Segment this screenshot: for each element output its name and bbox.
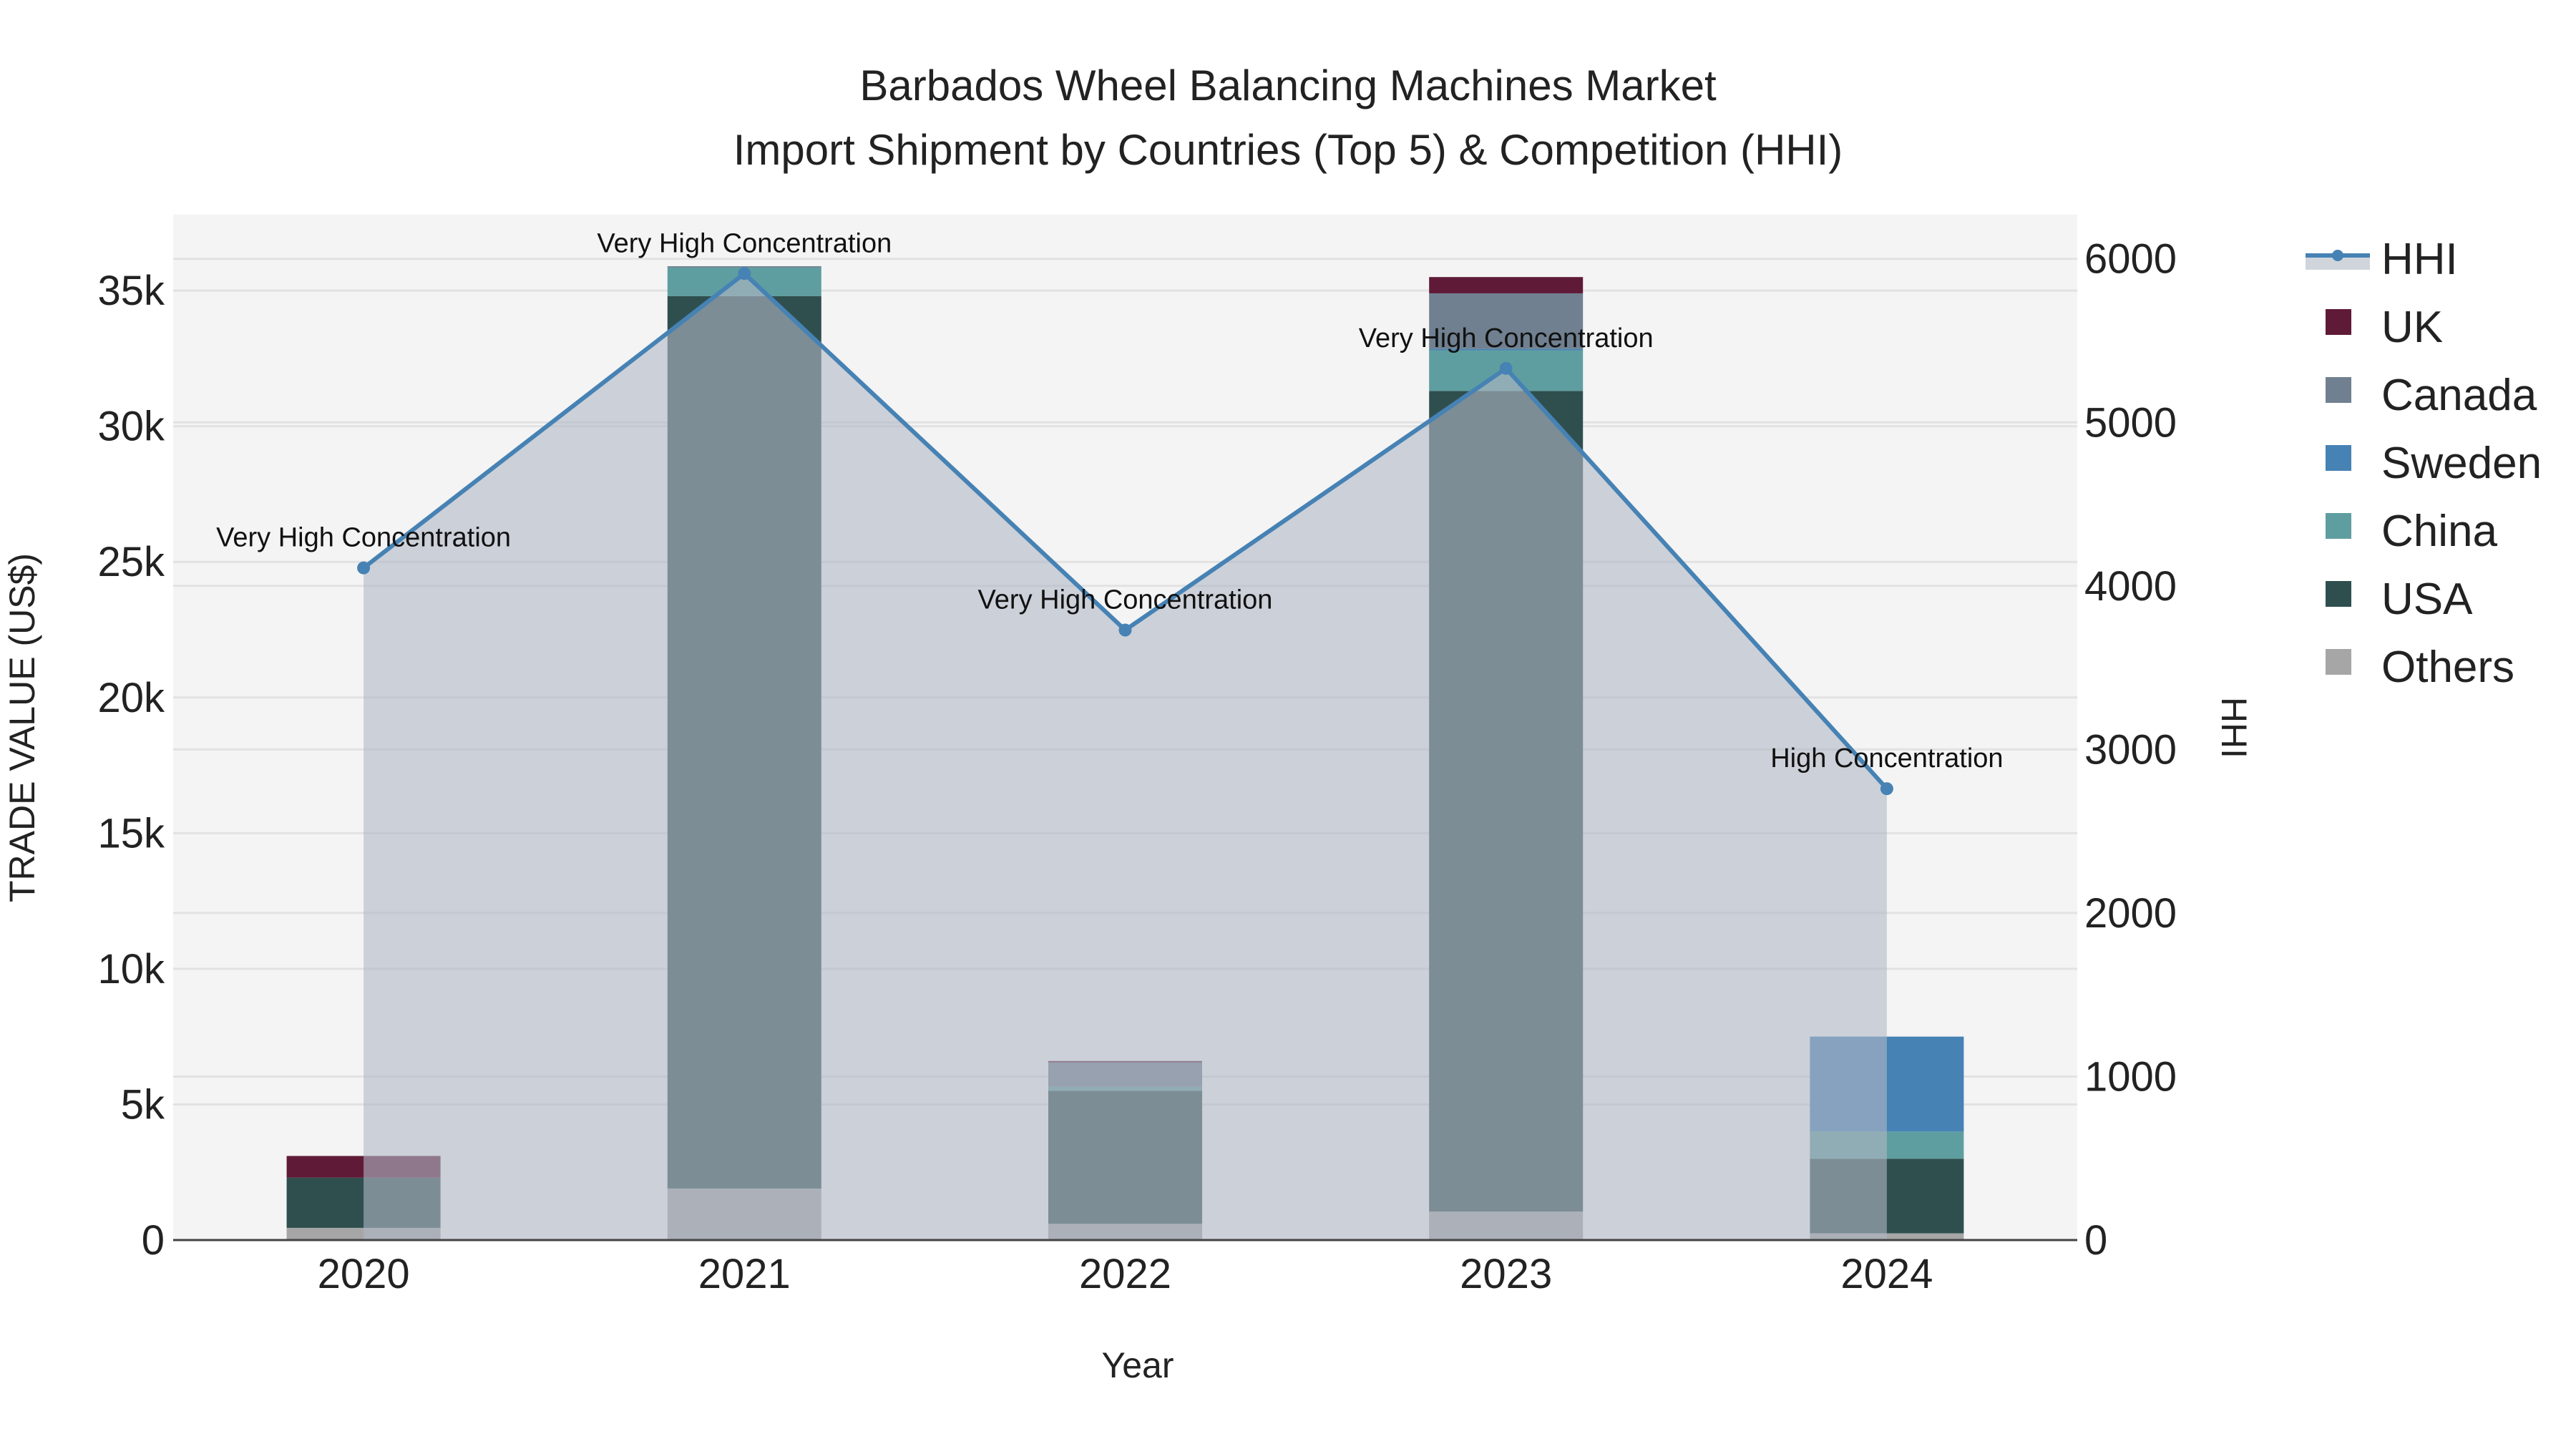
y-tick-label: 0 <box>142 1217 165 1264</box>
hhi-annotation: Very High Concentration <box>597 228 892 258</box>
y-tick-label: 35k <box>97 268 165 314</box>
y2-tick-label: 5000 <box>2084 399 2177 446</box>
y2-tick-label: 6000 <box>2084 236 2177 283</box>
y-tick-label: 30k <box>97 404 165 450</box>
legend-swatch <box>2326 377 2351 403</box>
legend-item-usa[interactable]: USA <box>2326 575 2473 624</box>
legend-hhi-marker <box>2332 250 2343 261</box>
hhi-annotation: Very High Concentration <box>216 523 511 553</box>
hhi-annotation: High Concentration <box>1770 743 2003 774</box>
x-tick-label: 2024 <box>1840 1251 1933 1297</box>
x-axis-title: Year <box>1101 1345 1174 1385</box>
x-tick-label: 2022 <box>1079 1251 1171 1297</box>
chart-subtitle: Import Shipment by Countries (Top 5) & C… <box>733 126 1843 174</box>
hhi-annotation: Very High Concentration <box>978 585 1273 615</box>
legend-label: China <box>2381 507 2498 556</box>
legend-item-canada[interactable]: Canada <box>2326 371 2537 420</box>
y-tick-label: 20k <box>97 675 165 721</box>
hhi-point[interactable] <box>738 267 751 280</box>
hhi-point[interactable] <box>1880 782 1893 796</box>
legend-swatch <box>2326 581 2351 607</box>
y2-tick-label: 1000 <box>2084 1053 2177 1100</box>
y2-tick-label: 3000 <box>2084 726 2177 773</box>
x-tick-label: 2021 <box>698 1251 791 1297</box>
legend-label: UK <box>2381 303 2443 352</box>
legend-swatch <box>2326 513 2351 539</box>
legend-label: USA <box>2381 575 2473 624</box>
chart-title: Barbados Wheel Balancing Machines Market <box>859 62 1717 109</box>
y-tick-label: 25k <box>97 539 165 585</box>
x-tick-label: 2020 <box>318 1251 410 1297</box>
y2-axis-title: HHI <box>2214 697 2254 758</box>
x-tick-label: 2023 <box>1460 1251 1552 1297</box>
legend-item-uk[interactable]: UK <box>2326 303 2443 352</box>
chart: Very High Concentration Very High Concent… <box>2 62 2542 1385</box>
legend-swatch <box>2326 309 2351 335</box>
bar-uk-2023[interactable] <box>1429 277 1584 293</box>
y-axis-title: TRADE VALUE (US$) <box>2 553 42 902</box>
y-tick-label: 10k <box>97 946 165 992</box>
legend-swatch <box>2326 649 2351 675</box>
legend-item-china[interactable]: China <box>2326 507 2498 556</box>
y2-tick-label: 2000 <box>2084 890 2177 937</box>
legend-item-sweden[interactable]: Sweden <box>2326 439 2542 488</box>
legend-swatch <box>2326 445 2351 471</box>
y-tick-label: 15k <box>97 810 165 857</box>
hhi-point[interactable] <box>1118 623 1132 637</box>
hhi-annotation: Very High Concentration <box>1359 323 1654 353</box>
y2-tick-label: 4000 <box>2084 563 2177 610</box>
hhi-point[interactable] <box>357 561 371 575</box>
hhi-point[interactable] <box>1499 361 1513 375</box>
legend-label: Others <box>2381 643 2514 692</box>
legend-label: Canada <box>2381 371 2537 420</box>
legend: HHI UK Canada Sweden China USA Others <box>2306 235 2542 692</box>
legend-item-others[interactable]: Others <box>2326 643 2514 692</box>
legend-label: HHI <box>2381 235 2458 284</box>
legend-item-hhi[interactable]: HHI <box>2306 235 2458 284</box>
y-tick-label: 5k <box>121 1081 165 1128</box>
legend-label: Sweden <box>2381 439 2542 488</box>
y2-tick-label: 0 <box>2084 1217 2107 1264</box>
